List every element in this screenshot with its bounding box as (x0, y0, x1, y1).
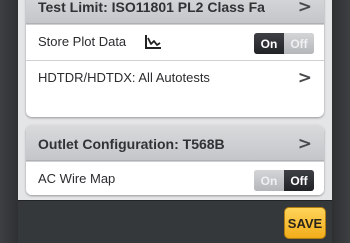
store-plot-data-row: Store Plot Data On Off (26, 24, 324, 60)
test-limit-title: Test Limit: ISO11801 PL2 Class Fa (38, 0, 265, 15)
ac-wire-map-row: AC Wire Map On Off (26, 161, 324, 195)
toggle-off-segment[interactable]: Off (284, 170, 314, 191)
outlet-configuration-header[interactable]: Outlet Configuration: T568B > (26, 125, 324, 161)
settings-screen: Test Limit: ISO11801 PL2 Class Fa > Stor… (18, 0, 332, 200)
hdtdr-hdtdx-label: HDTDR/HDTDX: All Autotests (38, 70, 210, 85)
store-plot-data-toggle[interactable]: On Off (254, 33, 314, 54)
hdtdr-hdtdx-row[interactable]: HDTDR/HDTDX: All Autotests > (26, 60, 324, 96)
test-settings-card: Test Limit: ISO11801 PL2 Class Fa > Stor… (26, 0, 324, 117)
device-frame-left (0, 0, 18, 243)
outlet-configuration-title: Outlet Configuration: T568B (38, 136, 225, 152)
device-frame-right (332, 0, 350, 243)
ac-wire-map-label: AC Wire Map (38, 171, 116, 186)
chevron-right-icon: > (297, 68, 312, 88)
ac-wire-map-toggle[interactable]: On Off (254, 170, 314, 191)
toggle-off-segment[interactable]: Off (284, 33, 314, 54)
outlet-settings-card: Outlet Configuration: T568B > AC Wire Ma… (26, 125, 324, 195)
chevron-right-icon: > (297, 134, 312, 154)
save-button[interactable]: SAVE (284, 207, 326, 239)
plot-graph-icon (145, 35, 161, 49)
chevron-right-icon: > (297, 0, 312, 17)
store-plot-data-label: Store Plot Data (38, 34, 127, 49)
toggle-on-segment[interactable]: On (254, 170, 284, 191)
bottom-action-bar: SAVE (18, 200, 332, 243)
test-limit-header[interactable]: Test Limit: ISO11801 PL2 Class Fa > (26, 0, 324, 24)
toggle-on-segment[interactable]: On (254, 33, 284, 54)
